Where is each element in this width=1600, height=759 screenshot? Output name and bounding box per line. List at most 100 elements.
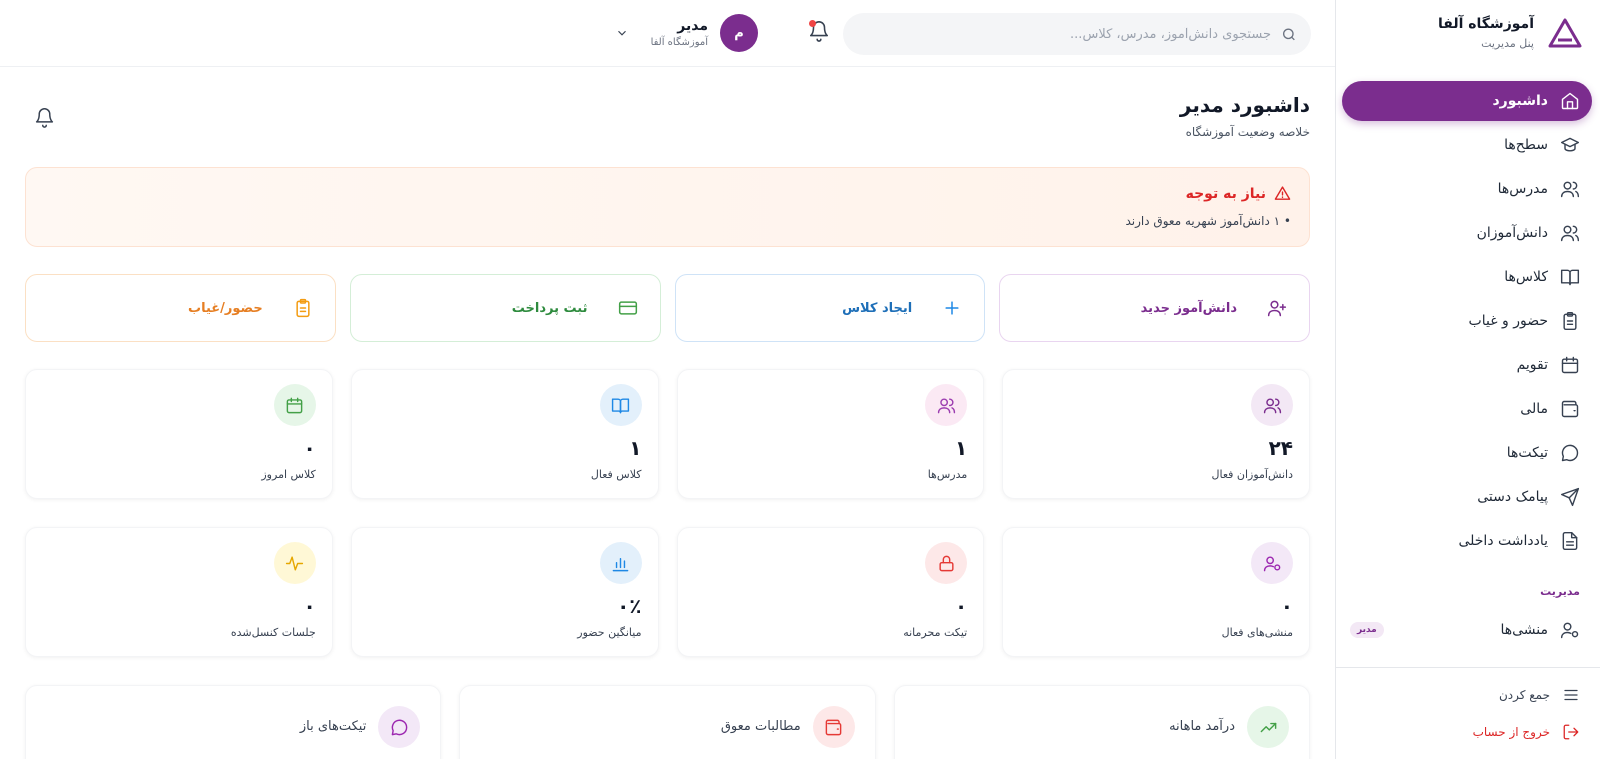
notifications-button[interactable]	[806, 20, 830, 44]
topbar: م مدیر آموزشگاه آلفا	[0, 0, 1335, 67]
user-plus-icon	[1267, 300, 1287, 317]
sidebar-item-finance[interactable]: مالی	[1342, 389, 1592, 429]
book-icon	[611, 397, 630, 413]
sidebar-item-label: منشی‌ها	[1500, 622, 1548, 638]
stat-label: دانش‌آموزان فعال	[1211, 468, 1293, 481]
search-box[interactable]	[843, 13, 1311, 55]
sidebar-nav: داشبورد سطح‌ها مدرس‌ها دانش‌آموزان کلاس‌…	[1342, 81, 1592, 565]
sidebar-item-students[interactable]: دانش‌آموزان	[1342, 213, 1592, 253]
stat-label: میانگین حضور	[577, 626, 642, 639]
sidebar-item-label: تقویم	[1516, 357, 1548, 373]
sidebar-item-label: مدرس‌ها	[1497, 181, 1548, 197]
action-label: دانش‌آموز جدید	[1140, 300, 1237, 316]
sidebar-item-label: تیکت‌ها	[1506, 445, 1548, 461]
user-cog-icon	[1263, 555, 1280, 571]
page-subtitle: خلاصه وضعیت آموزشگاه	[1185, 125, 1310, 139]
sidebar-item-label: یادداشت داخلی	[1458, 533, 1548, 549]
message-icon	[1561, 444, 1579, 462]
monthly-income-card[interactable]: درآمد ماهانه	[893, 685, 1310, 759]
stat-card-teachers[interactable]: ۱ مدرس‌ها	[676, 369, 985, 499]
action-label: حضور/غیاب	[188, 300, 263, 316]
home-icon	[1561, 92, 1579, 110]
card-title: مطالبات معوق	[720, 719, 801, 734]
menu-icon	[1564, 689, 1578, 701]
brand-subtitle: پنل مدیریت	[1481, 37, 1534, 50]
sidebar-item-label: داشبورد	[1492, 93, 1549, 109]
page-title: داشبورد مدیر	[1179, 93, 1310, 117]
message-icon	[391, 719, 408, 735]
stat-value: ۱	[955, 436, 968, 460]
sidebar-item-label: سطح‌ها	[1504, 137, 1548, 153]
user-org: آموزشگاه آلفا	[650, 37, 708, 48]
sidebar-item-secretaries[interactable]: منشی‌ها مدیر	[1350, 620, 1580, 640]
user-cog-icon	[1560, 622, 1579, 639]
sidebar-item-label: پیامک دستی	[1477, 489, 1548, 505]
sidebar-item-levels[interactable]: سطح‌ها	[1342, 125, 1592, 165]
file-text-icon	[1562, 531, 1578, 551]
sidebar-item-attendance[interactable]: حضور و غیاب	[1342, 301, 1592, 341]
logout-button[interactable]: خروج از حساب	[1473, 723, 1580, 741]
search-input[interactable]	[857, 26, 1271, 42]
sidebar-item-label: دانش‌آموزان	[1476, 225, 1548, 241]
credit-card-icon	[618, 301, 637, 315]
sidebar-item-dashboard[interactable]: داشبورد	[1342, 81, 1592, 121]
warning-icon	[1274, 186, 1291, 200]
stat-value: ۱	[629, 436, 642, 460]
main-content: داشبورد مدیر خلاصه وضعیت آموزشگاه نیاز ب…	[0, 67, 1335, 759]
stat-label: جلسات کنسل‌شده	[230, 626, 316, 639]
stat-value: ۰	[303, 436, 316, 460]
sidebar-item-internal-notes[interactable]: یادداشت داخلی	[1342, 521, 1592, 561]
clipboard-icon	[296, 298, 310, 318]
stat-card-active-classes[interactable]: ۱ کلاس فعال	[350, 369, 659, 499]
users-icon	[937, 397, 955, 413]
stat-value: ۰٪	[617, 594, 642, 618]
collapse-sidebar-button[interactable]: جمع کردن	[1499, 686, 1580, 704]
summary-cards: درآمد ماهانه مطالبات معوق تیکت‌های باز	[25, 685, 1310, 759]
stat-label: منشی‌های فعال	[1221, 626, 1293, 639]
attendance-button[interactable]: حضور/غیاب	[25, 274, 336, 342]
users-icon	[1560, 225, 1580, 242]
stat-card-cancelled-sessions[interactable]: ۰ جلسات کنسل‌شده	[25, 527, 333, 657]
bar-chart-icon	[612, 557, 629, 571]
overdue-receivables-card[interactable]: مطالبات معوق	[459, 685, 876, 759]
stat-label: کلاس امروز	[261, 468, 316, 481]
stat-card-active-students[interactable]: ۲۴ دانش‌آموزان فعال	[1002, 369, 1310, 499]
users-icon	[1560, 181, 1580, 198]
new-student-button[interactable]: دانش‌آموز جدید	[999, 274, 1310, 342]
brand[interactable]: آموزشگاه آلفا پنل مدیریت	[1438, 16, 1582, 50]
stat-card-average-attendance[interactable]: ۰٪ میانگین حضور	[350, 527, 659, 657]
card-title: درآمد ماهانه	[1169, 719, 1235, 734]
sidebar-item-teachers[interactable]: مدرس‌ها	[1342, 169, 1592, 209]
sidebar-footer: جمع کردن خروج از حساب	[1336, 667, 1600, 759]
sidebar-item-manual-sms[interactable]: پیامک دستی	[1342, 477, 1592, 517]
sidebar-item-label: حضور و غیاب	[1468, 313, 1548, 329]
sidebar-item-calendar[interactable]: تقویم	[1342, 345, 1592, 385]
user-menu[interactable]: م مدیر آموزشگاه آلفا	[615, 14, 758, 52]
open-tickets-card[interactable]: تیکت‌های باز	[25, 685, 442, 759]
graduation-cap-icon	[1560, 137, 1580, 152]
sidebar-item-classes[interactable]: کلاس‌ها	[1342, 257, 1592, 297]
users-icon	[1263, 397, 1281, 413]
sidebar-item-label: مالی	[1520, 401, 1548, 417]
stat-card-today-classes[interactable]: ۰ کلاس امروز	[25, 369, 333, 499]
stat-card-active-secretaries[interactable]: ۰ منشی‌های فعال	[1002, 527, 1310, 657]
create-class-button[interactable]: ایجاد کلاس	[674, 274, 986, 342]
wallet-icon	[1561, 400, 1579, 418]
brand-logo-icon	[1548, 16, 1582, 50]
stat-label: کلاس فعال	[590, 468, 642, 481]
stat-card-confidential-tickets[interactable]: ۰ تیکت محرمانه	[676, 527, 985, 657]
page-notifications-button[interactable]	[34, 107, 55, 132]
activity-icon	[286, 555, 304, 571]
alert-title: نیاز به توجه	[1185, 185, 1266, 202]
logout-icon	[1563, 724, 1579, 740]
plus-icon	[945, 301, 959, 315]
stat-value: ۰	[1280, 594, 1293, 618]
sidebar-item-tickets[interactable]: تیکت‌ها	[1342, 433, 1592, 473]
user-name: مدیر	[677, 18, 708, 34]
record-payment-button[interactable]: ثبت پرداخت	[349, 274, 661, 342]
sidebar-section-management: مدیریت	[1540, 585, 1580, 598]
wallet-icon	[825, 719, 842, 735]
attention-alert: نیاز به توجه • ۱ دانش‌آموز شهریه معوق دا…	[25, 167, 1310, 247]
stat-value: ۲۴	[1268, 436, 1293, 460]
action-label: ثبت پرداخت	[511, 300, 588, 316]
